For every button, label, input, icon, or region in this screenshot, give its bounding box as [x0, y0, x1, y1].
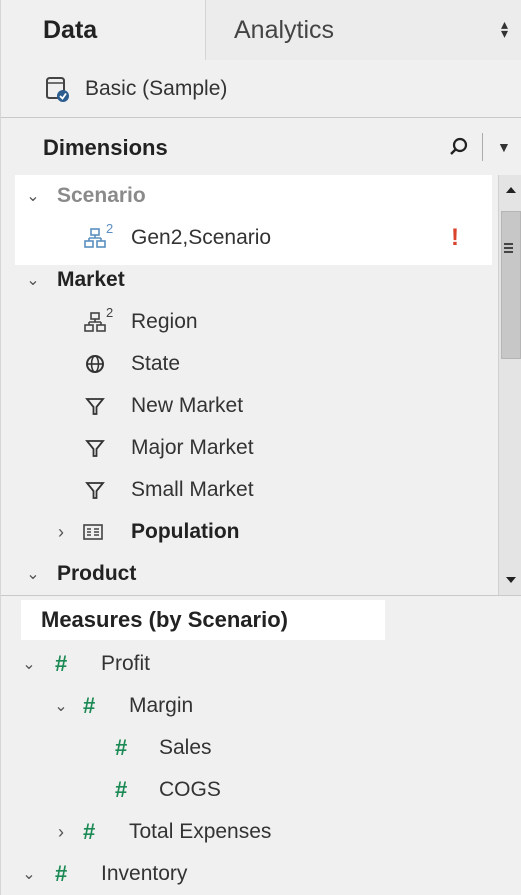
dimensions-header: Dimensions ▼: [1, 125, 521, 171]
measures-title: Measures (by Scenario): [21, 600, 385, 640]
chevron-down-icon[interactable]: ⌄: [19, 864, 39, 884]
dimension-region-label: Region: [131, 310, 198, 333]
dropdown-menu-icon[interactable]: ▼: [497, 139, 511, 155]
folder-population-label: Population: [131, 520, 240, 543]
dimension-gen2-scenario[interactable]: 2 Gen2,Scenario !: [1, 217, 498, 259]
chevron-down-icon[interactable]: ⌄: [23, 270, 43, 290]
measure-inventory[interactable]: ⌄ # Inventory: [1, 853, 498, 895]
pane-tabs: Data Analytics ▴ ▾: [1, 0, 521, 60]
dimension-state[interactable]: State: [1, 343, 498, 385]
folder-scenario[interactable]: ⌄ Scenario: [1, 175, 498, 217]
tab-analytics-label: Analytics: [234, 15, 335, 44]
measure-sales-label: Sales: [159, 736, 212, 759]
folder-market[interactable]: ⌄ Market: [1, 259, 498, 301]
scroll-down-arrow-icon[interactable]: [506, 577, 516, 583]
measures-divider: [1, 595, 521, 596]
chevron-down-icon[interactable]: ⌄: [19, 654, 39, 674]
measure-profit-label: Profit: [101, 652, 151, 675]
superscript-two: 2: [106, 305, 114, 320]
data-source-name: Basic (Sample): [85, 76, 228, 100]
measure-hash-icon: #: [83, 693, 96, 718]
measure-sales[interactable]: # Sales: [1, 727, 498, 769]
measure-profit[interactable]: ⌄ # Profit: [1, 643, 498, 685]
cube-datasource-icon: [43, 75, 71, 103]
chevron-down-icon[interactable]: ⌄: [51, 696, 71, 716]
dimension-region[interactable]: 2 Region: [1, 301, 498, 343]
folder-population[interactable]: › Population: [1, 511, 498, 553]
attribute-icon: [81, 520, 105, 544]
dimensions-title: Dimensions: [43, 135, 168, 160]
measure-hash-icon: #: [115, 777, 128, 802]
measure-inventory-label: Inventory: [101, 862, 188, 885]
scrollbar-thumb[interactable]: [501, 211, 521, 359]
dimension-small-market-label: Small Market: [131, 478, 254, 501]
tab-analytics[interactable]: Analytics ▴ ▾: [206, 0, 521, 60]
measure-hash-icon: #: [55, 861, 68, 886]
chevron-down-icon[interactable]: ⌄: [23, 564, 43, 584]
dimensions-list: ⌄ Scenario 2 Gen2,Scenario ! ⌄ Market 2 …: [1, 175, 498, 595]
header-divider: [482, 133, 483, 161]
folder-product-label: Product: [57, 562, 137, 585]
folder-scenario-label: Scenario: [57, 184, 146, 207]
folder-market-label: Market: [57, 268, 125, 291]
data-pane: Data Analytics ▴ ▾ Basic (Sample) Dimensi…: [0, 0, 521, 895]
hierarchy-icon: [83, 310, 107, 334]
dimension-major-market[interactable]: Major Market: [1, 427, 498, 469]
measures-list: ⌄ # Profit ⌄ # Margin # Sales # COGS › #…: [1, 643, 521, 895]
dimension-state-label: State: [131, 352, 181, 375]
hierarchy-icon: [83, 226, 107, 250]
measure-hash-icon: #: [55, 651, 68, 676]
measure-hash-icon: #: [83, 819, 96, 844]
up-down-arrows-icon[interactable]: ▴ ▾: [501, 17, 508, 40]
dimension-new-market[interactable]: New Market: [1, 385, 498, 427]
scrollbar-grip-icon: [504, 243, 513, 253]
measure-total-expenses[interactable]: › # Total Expenses: [1, 811, 498, 853]
measure-cogs-label: COGS: [159, 778, 221, 801]
scroll-up-arrow-icon[interactable]: [506, 187, 516, 193]
superscript-two: 2: [106, 221, 114, 236]
folder-product[interactable]: ⌄ Product: [1, 553, 498, 595]
search-icon[interactable]: [446, 134, 472, 160]
filter-icon: [83, 394, 107, 418]
measure-cogs[interactable]: # COGS: [1, 769, 498, 811]
measure-margin[interactable]: ⌄ # Margin: [1, 685, 498, 727]
tab-data-label: Data: [43, 15, 98, 44]
measure-margin-label: Margin: [129, 694, 194, 717]
dimension-major-market-label: Major Market: [131, 436, 254, 459]
measure-total-expenses-label: Total Expenses: [129, 820, 272, 843]
measure-hash-icon: #: [115, 735, 128, 760]
globe-icon: [83, 352, 107, 376]
dimension-gen2-scenario-label: Gen2,Scenario: [131, 226, 272, 249]
chevron-right-icon[interactable]: ›: [51, 822, 71, 843]
dimensions-scrollbar[interactable]: [498, 175, 521, 595]
data-source-item[interactable]: Basic (Sample): [1, 60, 521, 118]
tab-data[interactable]: Data: [1, 0, 206, 60]
filter-icon: [83, 436, 107, 460]
dimension-small-market[interactable]: Small Market: [1, 469, 498, 511]
chevron-right-icon[interactable]: ›: [51, 522, 71, 543]
dimension-new-market-label: New Market: [131, 394, 244, 417]
warning-icon[interactable]: !: [451, 224, 459, 252]
filter-icon: [83, 478, 107, 502]
chevron-down-icon[interactable]: ⌄: [23, 186, 43, 206]
